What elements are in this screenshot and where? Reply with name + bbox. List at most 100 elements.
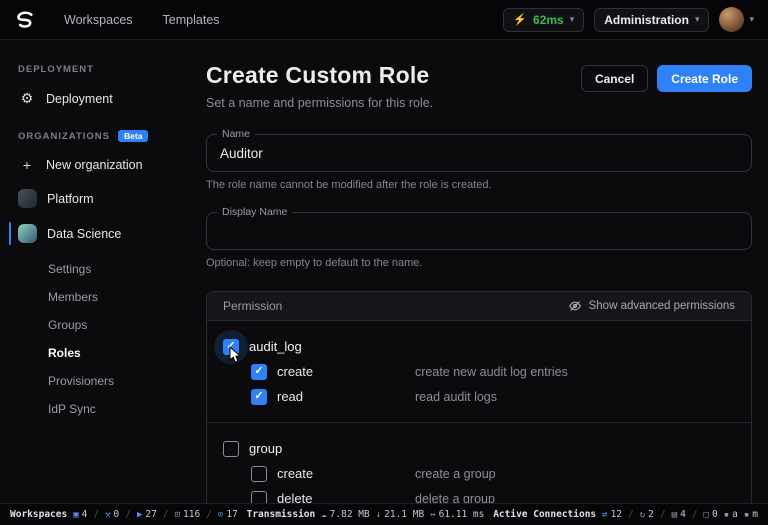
permission-group-row: group — [223, 436, 735, 461]
metrics-icon: ▪ — [743, 509, 750, 520]
group-delete-checkbox[interactable] — [251, 490, 267, 503]
nav-templates[interactable]: Templates — [163, 13, 220, 27]
action-description: delete a group — [415, 491, 495, 504]
display-name-field: Display Name — [206, 206, 752, 250]
chevron-down-icon: ▾ — [694, 14, 700, 24]
sidebar-item-label: New organization — [46, 158, 143, 172]
sidebar: DEPLOYMENT ⚙ Deployment ORGANIZATIONS Be… — [0, 40, 190, 503]
show-advanced-permissions-button[interactable]: Show advanced permissions — [568, 299, 735, 313]
sidebar-item-roles[interactable]: Roles — [0, 340, 190, 366]
beta-badge: Beta — [118, 130, 149, 142]
transmission-stats: Transmission ☁ 7.82 MB ↓ 21.1 MB ↔ 61.11 ms — [246, 509, 485, 520]
reconnect-icon: ↻ — [639, 509, 646, 520]
action-name: create — [277, 364, 314, 379]
chevron-down-icon: ▾ — [749, 14, 754, 24]
permission-group-name: audit_log — [249, 339, 302, 354]
workspaces-stats: Workspaces ▣ 4 / ⚒ 0 / ▶ 27 / ⊡ 116 / ⊙ 17 — [10, 509, 238, 520]
permission-action-row: read read audit logs — [223, 384, 735, 409]
sidebar-item-provisioners[interactable]: Provisioners — [0, 368, 190, 394]
action-description: create new audit log entries — [415, 364, 568, 379]
group-create-checkbox[interactable] — [251, 465, 267, 482]
permission-group-name: group — [249, 441, 283, 456]
permission-action-row: create create a group — [223, 461, 735, 486]
sidebar-item-label: Data Science — [47, 226, 122, 241]
latency-badge[interactable]: ⚡ 62ms ▾ — [503, 7, 585, 32]
sidebar-item-idp-sync[interactable]: IdP Sync — [0, 396, 190, 422]
sidebar-item-settings[interactable]: Settings — [0, 256, 190, 282]
create-role-button[interactable]: Create Role — [657, 65, 752, 92]
name-helper-text: The role name cannot be modified after t… — [206, 179, 492, 191]
audit-log-read-checkbox[interactable] — [251, 388, 267, 405]
latency-value: 62ms — [533, 12, 564, 27]
sidebar-item-groups[interactable]: Groups — [0, 312, 190, 338]
status-bar: Workspaces ▣ 4 / ⚒ 0 / ▶ 27 / ⊡ 116 / ⊙ 17 Tr… — [0, 503, 768, 525]
sidebar-item-org-data-science[interactable]: Data Science — [0, 217, 190, 250]
cancel-button[interactable]: Cancel — [580, 65, 649, 92]
administration-dropdown[interactable]: Administration ▾ — [594, 7, 710, 32]
administration-label: Administration — [604, 12, 689, 27]
transmission-stats-label: Transmission — [246, 509, 316, 520]
cloud-icon: ☁ — [321, 509, 327, 520]
action-name: read — [277, 389, 304, 404]
name-field: Name — [206, 128, 752, 172]
user-menu[interactable]: ▾ — [719, 7, 754, 32]
divider — [207, 422, 751, 423]
group-checkbox[interactable] — [223, 440, 239, 457]
network-icon: ⇄ — [602, 509, 608, 520]
permission-column-header: Permission — [223, 299, 283, 313]
display-name-helper-text: Optional: keep empty to default to the n… — [206, 257, 423, 269]
sidebar-item-deployment[interactable]: ⚙ Deployment — [0, 83, 190, 114]
building-workspaces-icon: ⚒ — [105, 509, 111, 520]
organizations-section-header: ORGANIZATIONS Beta — [0, 130, 190, 142]
active-connections-label: Active Connections — [493, 509, 597, 520]
agent-icon: ▪ — [723, 509, 730, 520]
audit-log-create-checkbox[interactable] — [251, 363, 267, 380]
nav-workspaces[interactable]: Workspaces — [64, 13, 133, 27]
deployment-section-header: DEPLOYMENT — [18, 64, 94, 75]
eye-off-icon — [568, 301, 581, 311]
workspaces-stats-label: Workspaces — [10, 509, 68, 520]
coder-logo[interactable] — [14, 11, 38, 28]
coder-logo-icon — [17, 11, 33, 28]
download-icon: ↓ — [375, 509, 382, 520]
main-content: Create Custom Role Set a name and permis… — [190, 40, 768, 503]
permission-action-row: create create new audit log entries — [223, 359, 735, 384]
top-navbar: Workspaces Templates ⚡ 62ms ▾ Administra… — [0, 0, 768, 40]
action-description: read audit logs — [415, 389, 498, 404]
sidebar-item-org-platform[interactable]: Platform — [0, 182, 190, 215]
stopped-workspaces-icon: ▣ — [73, 509, 79, 520]
permissions-header: Permission Show advanced permissions — [207, 292, 751, 321]
apps-icon: □ — [703, 509, 709, 520]
action-name: create — [277, 466, 314, 481]
chevron-down-icon: ▾ — [569, 14, 575, 24]
user-avatar — [719, 7, 745, 32]
org-avatar — [18, 189, 37, 208]
page-title: Create Custom Role — [206, 62, 430, 88]
sidebar-item-label: Platform — [47, 191, 94, 206]
sidebar-item-members[interactable]: Members — [0, 284, 190, 310]
plus-icon: + — [22, 157, 32, 173]
audit-log-checkbox[interactable] — [214, 329, 248, 364]
mouse-cursor — [229, 345, 243, 369]
action-description: create a group — [415, 466, 496, 481]
action-name: delete — [277, 491, 313, 503]
pending-workspaces-icon: ⊙ — [217, 509, 224, 520]
permission-group-row: audit_log — [214, 329, 735, 364]
name-input[interactable] — [207, 135, 751, 171]
display-name-field-label: Display Name — [217, 206, 293, 218]
latency-icon: ↔ — [430, 509, 436, 520]
page-subtitle: Set a name and permissions for this role… — [206, 96, 434, 110]
gear-icon: ⚙ — [20, 90, 34, 106]
permissions-panel: Permission Show advanced permissions ✓ a… — [206, 291, 752, 503]
name-field-label: Name — [217, 128, 256, 140]
sidebar-item-new-organization[interactable]: + New organization — [0, 150, 190, 180]
display-name-input[interactable] — [207, 213, 751, 249]
org-avatar — [18, 224, 37, 243]
active-connections-stats: Active Connections ⇄ 12 / ↻ 2 / ▤ 4 / □ 0 ▪ a… — [493, 509, 758, 520]
org-submenu: Settings Members Groups Roles Provisione… — [0, 256, 190, 422]
sidebar-item-label: Deployment — [46, 91, 113, 106]
running-workspaces-icon: ▶ — [136, 509, 143, 520]
permission-action-row: delete delete a group — [223, 486, 735, 503]
topbar-right: ⚡ 62ms ▾ Administration ▾ ▾ — [503, 7, 754, 32]
total-workspaces-icon: ⊡ — [174, 509, 181, 520]
